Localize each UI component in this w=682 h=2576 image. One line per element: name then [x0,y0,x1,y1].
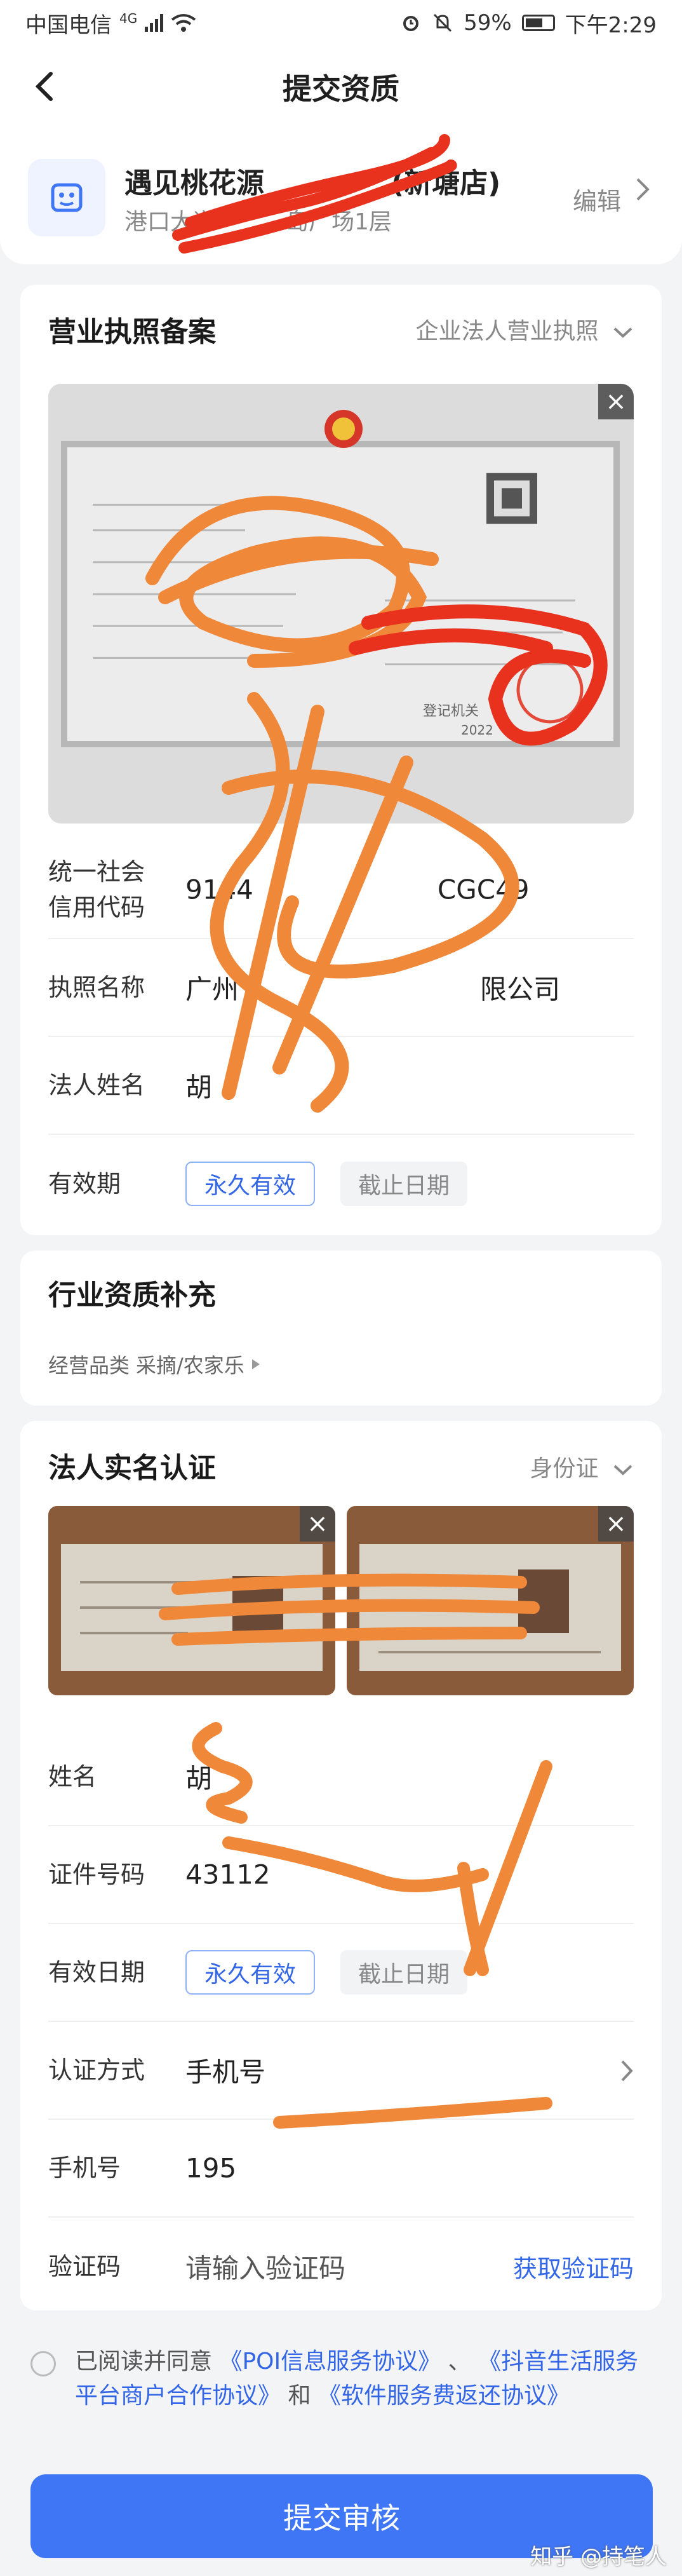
id-number-row: 证件号码 43112 [48,1826,634,1924]
credit-code-row: 统一社会 信用代码 9144 CGC49 [48,841,634,939]
id-type-select[interactable]: 身份证 [530,1450,634,1483]
license-name-value[interactable]: 广州 限公司 [185,968,560,1007]
name-value[interactable]: 胡 [185,1758,212,1796]
verification-code-row: 验证码 请输入验证码 获取验证码 [48,2218,634,2315]
agree-checkbox[interactable] [30,2351,56,2376]
id-number-value[interactable]: 43112 [185,1859,271,1890]
verification-code-label: 验证码 [48,2253,121,2281]
agreement-prefix: 已阅读并同意 [75,2349,213,2375]
name-label: 姓名 [48,1763,97,1791]
store-name: 遇见桃花源 (新塘店) [124,167,501,200]
chevron-down-icon [613,1465,632,1475]
validity-deadline-option[interactable]: 截止日期 [340,1162,468,1206]
industry-section-title: 行业资质补充 [48,1279,216,1312]
refund-agreement-link[interactable]: 《软件服务费返还协议》 [318,2383,570,2409]
mute-icon [434,13,452,32]
license-certificate: 登记机关 2022 [61,441,620,747]
phone-value[interactable]: 195 [185,2153,236,2184]
legal-name-value[interactable]: 胡 [185,1066,212,1105]
phone-label: 手机号 [48,2154,121,2182]
store-address: 港口大道 岛广场1层 [124,209,392,235]
remove-id-back-button[interactable]: × [598,1506,634,1542]
agreement-separator: 、 [448,2349,471,2375]
clock: 下午2:29 [565,12,657,38]
license-image[interactable]: 登记机关 2022 × [48,384,634,824]
signal-icon [145,14,164,32]
credit-code-label: 统一社会 信用代码 [48,858,145,921]
watermark: 知乎 @持笔人 [530,2544,667,2570]
phone-row: 手机号 195 [48,2120,634,2218]
auth-method-value: 手机号 [185,2056,266,2088]
page-title: 提交资质 [283,72,399,106]
alarm-icon [403,16,419,31]
emblem-icon [324,410,363,448]
industry-qualification-card: 行业资质补充 经营品类 采摘/农家乐 [20,1251,662,1406]
chevron-down-icon [613,327,632,338]
validity-row: 有效期 永久有效 截止日期 [48,1135,634,1233]
battery-icon [521,15,555,31]
chevron-right-icon[interactable] [635,177,650,202]
agreement-section: 已阅读并同意 《POI信息服务协议》 、 《抖音生活服务平台商户合作协议》 和 … [30,2345,653,2413]
category-row[interactable]: 经营品类 采摘/农家乐 [48,1350,261,1379]
auth-method-label: 认证方式 [48,2056,145,2084]
validity-permanent-option[interactable]: 永久有效 [185,1162,316,1206]
license-type-select[interactable]: 企业法人营业执照 [416,313,634,346]
poi-agreement-link[interactable]: 《POI信息服务协议》 [219,2349,441,2375]
credit-code-value[interactable]: 9144 CGC49 [185,874,530,905]
category-value: 采摘/农家乐 [136,1353,244,1378]
legal-name-row: 法人姓名 胡 [48,1037,634,1135]
id-validity-label: 有效日期 [48,1958,145,1986]
id-number-label: 证件号码 [48,1861,145,1888]
back-arrow-icon[interactable] [28,69,64,104]
verification-code-input[interactable]: 请输入验证码 [185,2247,345,2286]
carrier-label: 中国电信 [25,12,112,38]
wifi-icon [171,14,196,32]
stamp-text: 登记机关 [423,703,479,719]
legal-person-card: 法人实名认证 身份证 × × 姓名 胡 证件号码 43112 有效日期 永久有效… [20,1421,662,2310]
battery-percent: 59% [464,10,512,36]
license-section-title: 营业执照备案 [48,316,216,348]
get-code-button[interactable]: 获取验证码 [513,2249,634,2284]
chevron-right-icon [621,2060,633,2082]
store-card[interactable]: 遇见桃花源 (新塘店) 港口大道 岛广场1层 编辑 [0,128,682,264]
auth-method-row[interactable]: 认证方式 手机号 [48,2022,634,2120]
validity-label: 有效期 [48,1170,121,1198]
status-bar: 中国电信 4G 59% 下午2:29 [0,0,682,46]
license-name-label: 执照名称 [48,973,145,1001]
id-card-front-image[interactable]: × [48,1506,335,1695]
id-card-back-image[interactable]: × [347,1506,634,1695]
cert-year: 2022 [461,722,493,738]
caret-right-icon [251,1359,260,1369]
id-validity-permanent-option[interactable]: 永久有效 [185,1950,316,1995]
license-name-row: 执照名称 广州 限公司 [48,939,634,1037]
edit-store-button[interactable]: 编辑 [573,182,621,217]
business-license-card: 营业执照备案 企业法人营业执照 登记机关 2022 × 统一社会 信用代码 91… [20,285,662,1235]
category-label: 经营品类 [48,1353,130,1378]
network-type: 4G [119,11,138,26]
id-validity-deadline-option[interactable]: 截止日期 [340,1950,468,1995]
legal-person-section-title: 法人实名认证 [48,1452,216,1484]
agreement-and: 和 [288,2383,311,2409]
name-row: 姓名 胡 [48,1728,634,1826]
legal-name-label: 法人姓名 [48,1071,145,1099]
id-validity-row: 有效日期 永久有效 截止日期 [48,1924,634,2022]
remove-license-image-button[interactable]: × [598,384,634,419]
store-logo-icon [28,159,105,236]
nav-bar: 提交资质 [0,46,682,128]
remove-id-front-button[interactable]: × [300,1506,335,1542]
